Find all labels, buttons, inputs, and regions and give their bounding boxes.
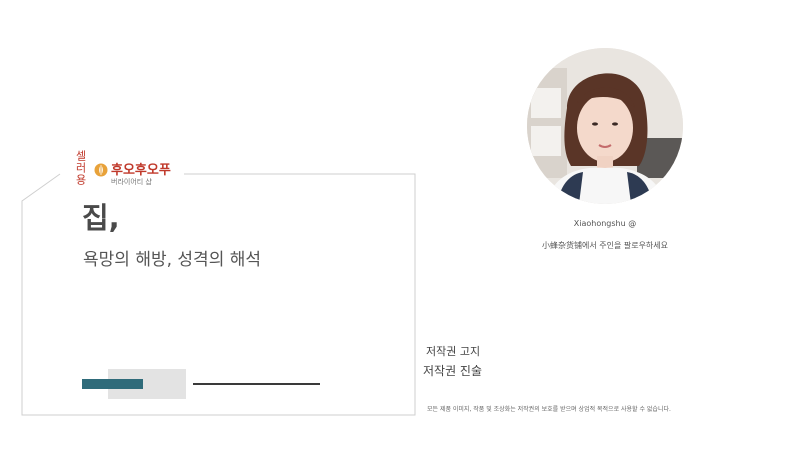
brand-subtitle: 버라이어티 샵 <box>111 178 152 186</box>
brand-vertical-label: 셀러용 <box>74 150 87 186</box>
author-follow-text: 小蜂杂货铺에서 주인을 팔로우하세요 <box>541 241 669 250</box>
cover-title: 집, <box>82 201 120 235</box>
brand-block: 셀러용 후오후오푸 버라이어티 샵 <box>66 150 184 188</box>
author-handle: Xiaohongshu @ <box>573 219 637 228</box>
decor-line <box>193 383 320 385</box>
copyright-note: 모든 제품 이미지, 작품 및 조상화는 저작권의 보호를 받으며 상업적 목적… <box>427 406 671 413</box>
cover-subtitle: 욕망의 해방, 성격의 해석 <box>83 250 262 270</box>
avatar-portrait-image <box>527 48 683 204</box>
copyright-subtitle: 저작권 진술 <box>423 364 483 378</box>
decor-teal-bar <box>82 379 143 389</box>
brand-name: 후오후오푸 <box>111 163 171 178</box>
brand-logo-icon <box>94 163 108 177</box>
copyright-title: 저작권 고지 <box>426 345 481 358</box>
author-avatar <box>527 48 683 204</box>
